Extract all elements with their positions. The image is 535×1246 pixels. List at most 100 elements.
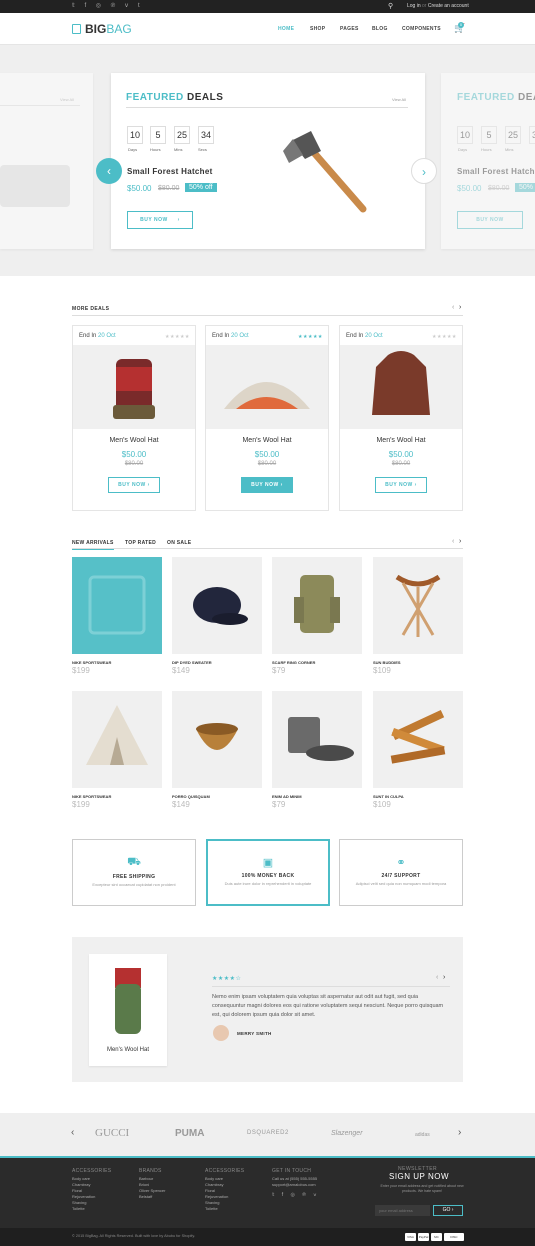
deal-card[interactable]: End In 20 Oct ★★★★★ Men's Wool Hat $50.0… (72, 325, 196, 511)
footer-link[interactable]: Toilette (205, 1206, 228, 1212)
product-name[interactable]: NIKE SPORTSWEAR (72, 660, 111, 665)
product-name[interactable]: Small Forest Hatchet (127, 167, 213, 176)
product-name[interactable]: NIKE SPORTSWEAR (72, 794, 111, 799)
product-name[interactable]: SUN BUDDIES (373, 660, 401, 665)
brand-logo[interactable]: PUMA (175, 1128, 204, 1139)
brand-logo[interactable]: GUCCI (95, 1127, 129, 1139)
nav-shop[interactable]: SHOP (310, 26, 325, 32)
next-icon[interactable]: › (443, 974, 445, 981)
nav-components[interactable]: COMPONENTS (402, 26, 441, 32)
product-image[interactable] (373, 557, 463, 654)
login-link[interactable]: Log in (407, 3, 421, 9)
newsletter-go-button[interactable]: GO › (433, 1205, 463, 1216)
product-image[interactable] (272, 691, 362, 788)
newsletter-email-input[interactable] (375, 1205, 430, 1216)
end-date: 20 Oct (365, 333, 383, 339)
product-image[interactable] (72, 557, 162, 654)
product-name[interactable]: Men's Wool Hat (206, 437, 328, 444)
product-price: $50.00 (457, 184, 482, 193)
tab-top-rated[interactable]: TOP RATED (125, 540, 156, 546)
product-name[interactable]: PORRO QUISQUAM (172, 794, 210, 799)
next-arrow-button[interactable]: › (411, 158, 437, 184)
footer: ACCESSORIES Body care Chambray Floral Re… (0, 1156, 535, 1228)
product-price: $109 (373, 800, 391, 809)
nav-home[interactable]: HOME (278, 26, 294, 32)
featured-card-prev: View All (0, 73, 93, 249)
prev-icon[interactable]: ‹ (71, 1127, 74, 1138)
avatar (213, 1025, 229, 1041)
brand-logo[interactable]: Slazenger (331, 1130, 363, 1137)
rucksack-image (294, 575, 340, 633)
tab-on-sale[interactable]: ON SALE (167, 540, 191, 546)
buy-now-button[interactable]: BUY NOW › (127, 211, 193, 229)
buy-now-button[interactable]: BUY NOW › (108, 477, 160, 493)
product-name: Small Forest Hatch (457, 167, 535, 176)
deal-card[interactable]: End In 20 Oct ★★★★★ Men's Wool Hat $50.0… (205, 325, 329, 511)
social-icons[interactable]: 𝕥 f ◎ ℗ ⅴ t (72, 2, 144, 9)
buy-now-button[interactable]: BUY NOW (457, 211, 523, 229)
author-name: MERRY SMITH (237, 1031, 272, 1036)
buy-now-label: BUY NOW (140, 217, 168, 223)
buy-now-button[interactable]: BUY NOW › (241, 477, 293, 493)
product-name[interactable]: ENIM AD MINIM (272, 794, 302, 799)
contact-email[interactable]: support@arnalobus.com (272, 1182, 317, 1188)
footer-social-icons[interactable]: 𝕥 f ◎ ℗ ⅴ (272, 1192, 319, 1198)
prev-icon[interactable]: ‹ (452, 538, 454, 545)
rating-stars: ★★★★★ (298, 334, 323, 340)
title-a: FEATURED (126, 92, 184, 103)
product-name[interactable]: DIP DYED SWEATER (172, 660, 212, 665)
view-all-link[interactable]: View All (60, 97, 74, 102)
go-label: GO (442, 1207, 451, 1213)
search-icon[interactable]: ⚲ (388, 2, 393, 10)
prev-arrow-button[interactable]: ‹ (96, 158, 122, 184)
product-image[interactable] (272, 557, 362, 654)
product-price: $50.00 (127, 184, 152, 193)
next-icon[interactable]: › (458, 1127, 461, 1138)
jacket-image (372, 351, 430, 415)
countdown-label: Hours (150, 147, 161, 152)
product-image[interactable] (172, 691, 262, 788)
product-name[interactable]: Men's Wool Hat (73, 437, 195, 444)
product-name[interactable]: Men's Wool Hat (340, 437, 462, 444)
mastercard-icon: MC (431, 1233, 442, 1241)
testimonial-section: Men's Wool Hat ★★★★☆ ‹ › Nemo enim ipsam… (72, 937, 463, 1082)
nav-pages[interactable]: PAGES (340, 26, 359, 32)
buy-now-button[interactable]: BUY NOW › (375, 477, 427, 493)
hatchet-image (283, 131, 367, 213)
product-price: $109 (373, 666, 391, 675)
feature-support: ⚭ 24/7 SUPPORT Adipisci velit sed quia n… (339, 839, 463, 906)
product-image (340, 345, 462, 429)
brand-logo[interactable]: DSQUARED2 (247, 1130, 289, 1136)
feature-text: Excepteur sint occaecat cupidatat non pr… (92, 882, 176, 887)
next-icon[interactable]: › (459, 304, 461, 311)
buy-now-label: BUY NOW (251, 482, 279, 488)
product-price: $79 (272, 666, 286, 675)
next-icon[interactable]: › (459, 538, 461, 545)
buy-now-label: BUY NOW (385, 482, 413, 488)
testimonial-product-card[interactable]: Men's Wool Hat (89, 954, 167, 1066)
end-date: 20 Oct (98, 333, 116, 339)
footer-col-title: BRANDS (139, 1168, 162, 1174)
logo[interactable]: BIGBAG (85, 22, 132, 36)
nav-blog[interactable]: BLOG (372, 26, 388, 32)
title-b: DEALS (186, 92, 224, 103)
product-image[interactable] (72, 691, 162, 788)
wallet-image (88, 575, 146, 635)
featured-card-next: FEATURED DEA 10 5 25 34 Days Hours Mins … (441, 73, 535, 249)
footer-link[interactable]: Belstaff (139, 1194, 165, 1200)
product-price: $149 (172, 800, 190, 809)
product-image[interactable] (172, 557, 262, 654)
product-name[interactable]: SUNT IN CULPA (373, 794, 404, 799)
product-name[interactable]: SCARF RING CORNER (272, 660, 315, 665)
create-account-link[interactable]: Create an account (428, 3, 469, 9)
view-all-link[interactable]: View All (392, 97, 406, 102)
divider (0, 105, 80, 106)
footer-link[interactable]: Toilette (72, 1206, 95, 1212)
prev-icon[interactable]: ‹ (452, 304, 454, 311)
cap-image (193, 587, 248, 625)
prev-icon[interactable]: ‹ (436, 974, 438, 981)
brand-logo[interactable]: adidas (415, 1132, 430, 1138)
testimonial-text: Nemo enim ipsam voluptatem quia voluptas… (212, 994, 444, 1018)
product-image[interactable] (373, 691, 463, 788)
deal-card[interactable]: End In 20 Oct ★★★★★ Men's Wool Hat $50.0… (339, 325, 463, 511)
